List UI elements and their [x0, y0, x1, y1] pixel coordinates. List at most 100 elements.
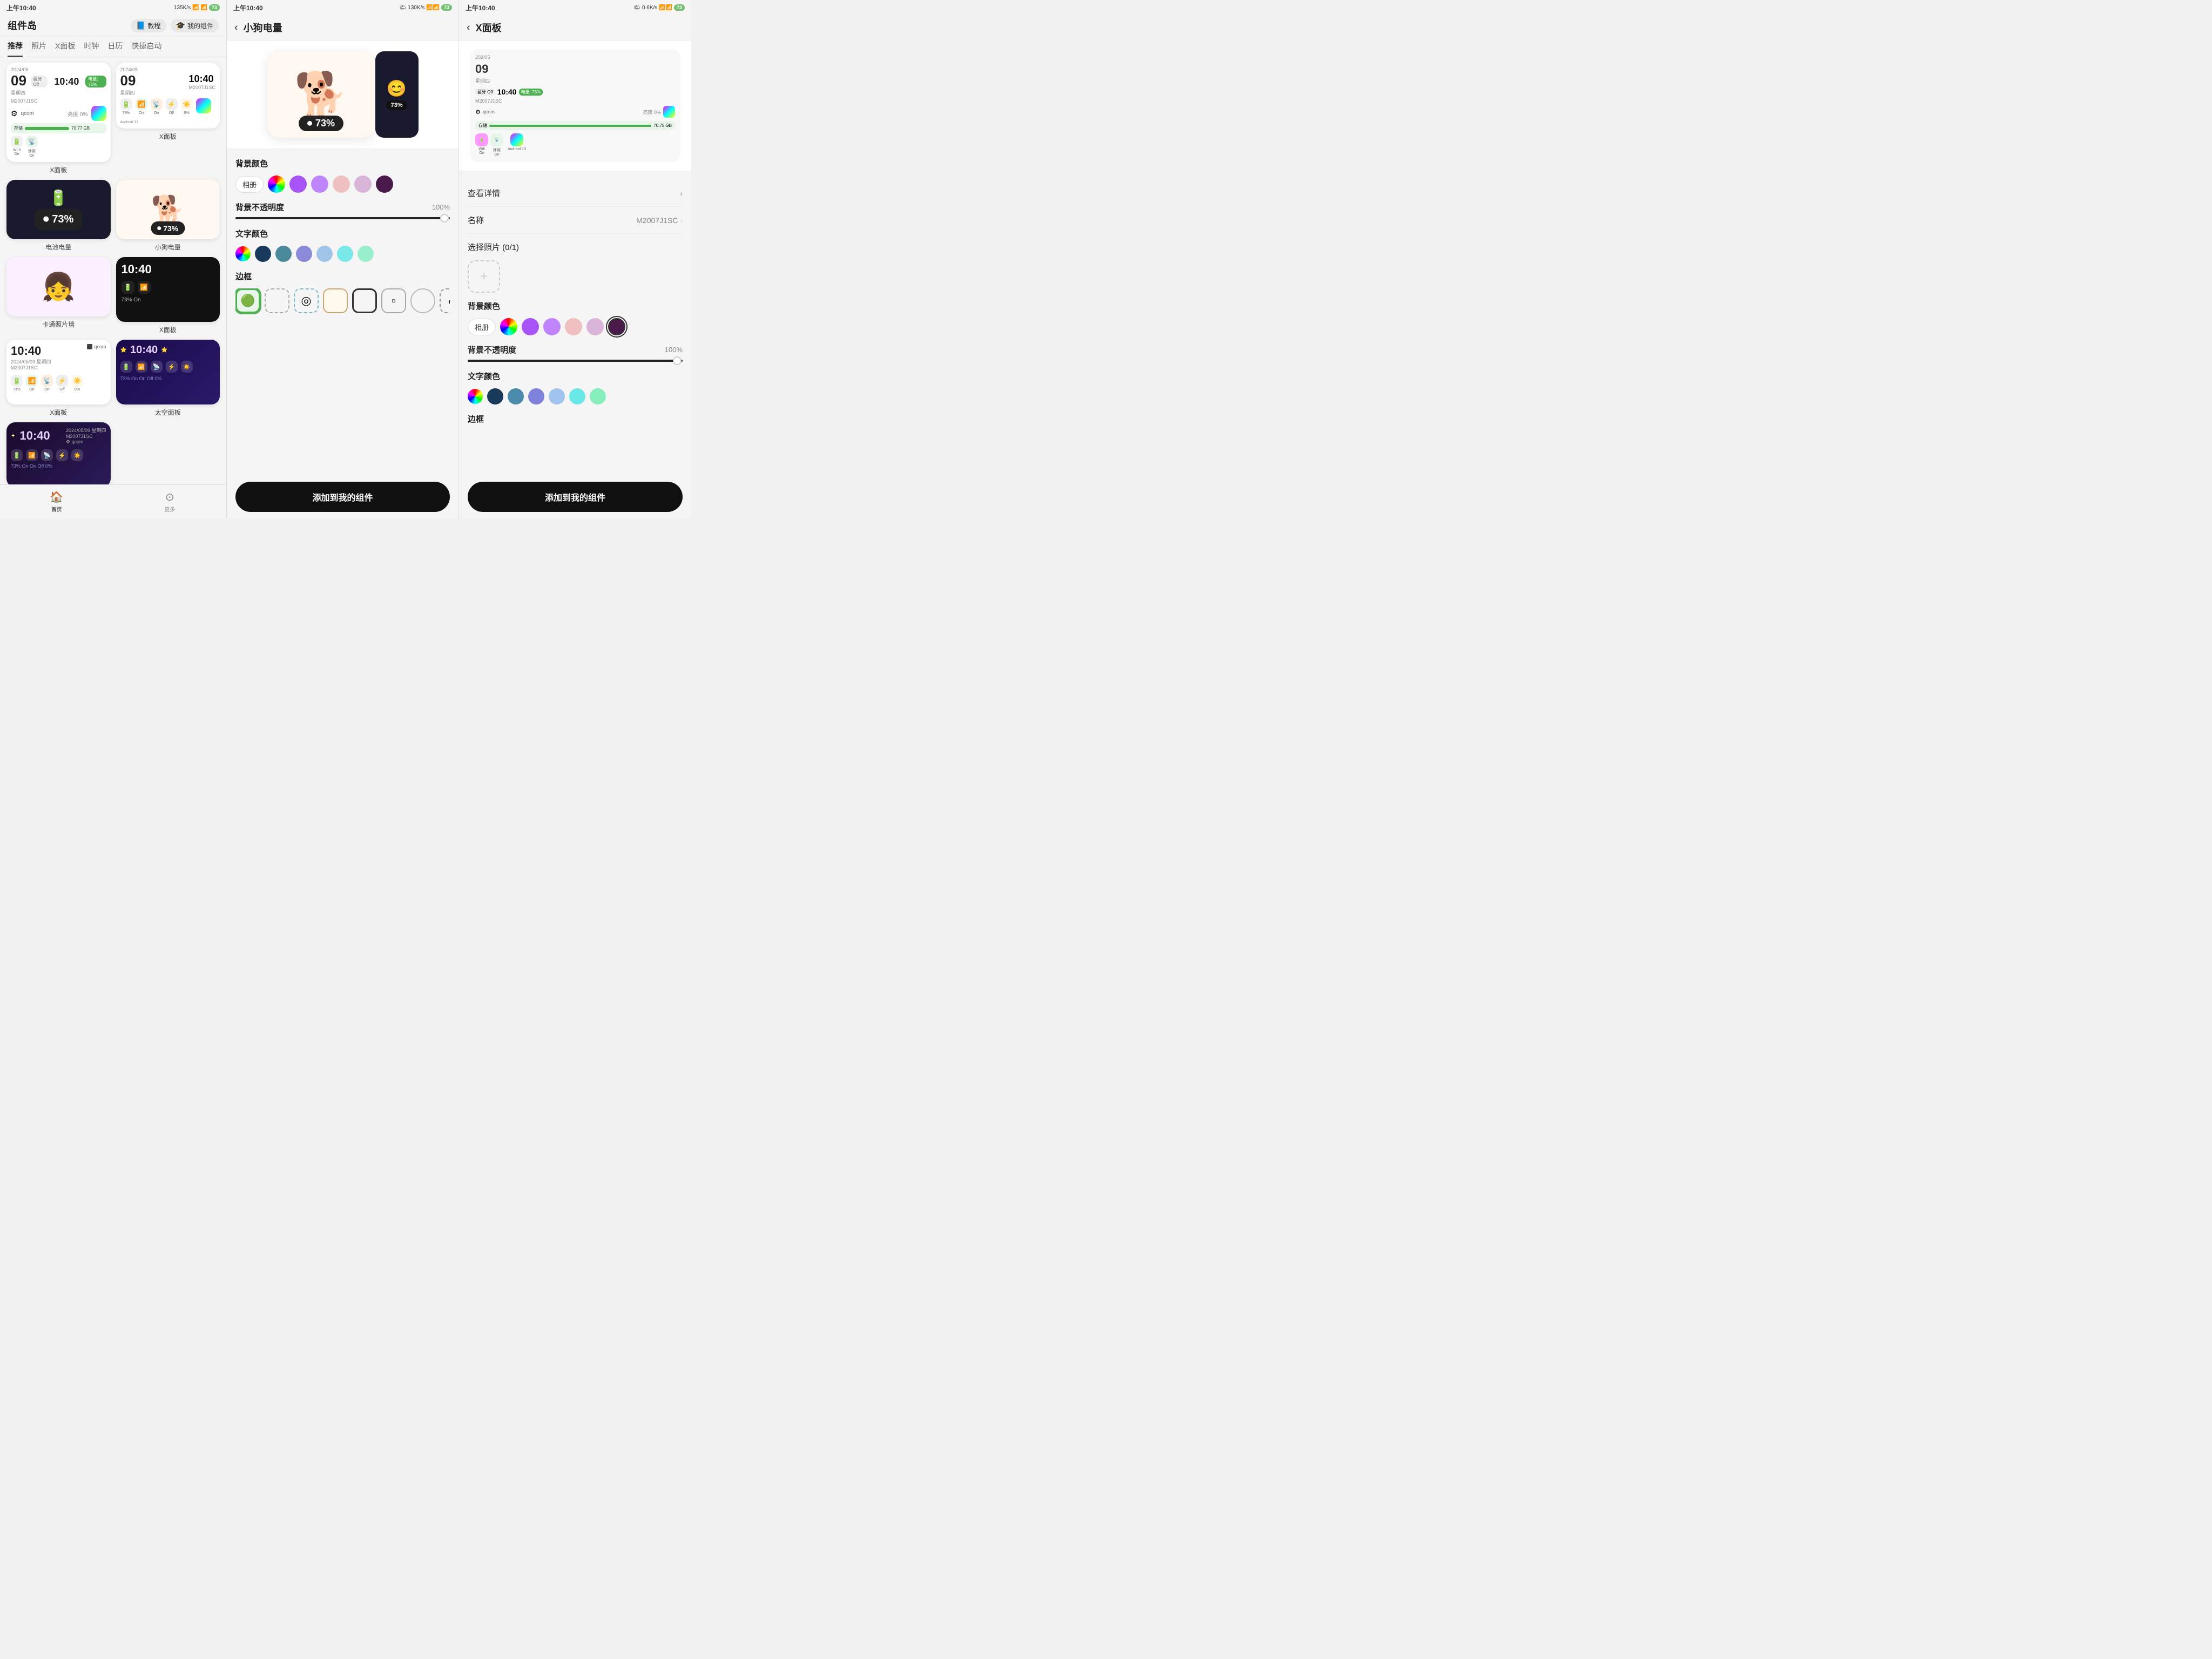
- text-color-mint-2[interactable]: [358, 246, 374, 262]
- panel3-header: ‹ X面板: [459, 15, 691, 41]
- wifi-icon-1: 📶: [201, 5, 207, 11]
- text-color-cyan-2[interactable]: [337, 246, 353, 262]
- album-button-2[interactable]: 相册: [235, 176, 264, 193]
- tab-photo[interactable]: 照片: [31, 36, 46, 57]
- status-icons-2: 🌤 130K/s 📶📶 73: [399, 4, 452, 11]
- add-widget-button-3[interactable]: 添加到我的组件: [468, 482, 683, 512]
- tab-clock[interactable]: 时钟: [84, 36, 99, 57]
- album-button-3[interactable]: 相册: [468, 319, 496, 335]
- border-opt-6[interactable]: ▫: [381, 288, 406, 313]
- status-bar-3: 上午10:40 🌤 0.6K/s 📶📶 73: [459, 0, 691, 15]
- border-label-2: 边框: [235, 271, 450, 282]
- opacity-slider-2[interactable]: [235, 217, 450, 219]
- color-mauve-2[interactable]: [354, 176, 372, 193]
- color-purple-2[interactable]: [289, 176, 307, 193]
- color-pink-3[interactable]: [565, 318, 582, 335]
- app-title: 组件岛: [8, 18, 126, 32]
- bg-color-section-3: 背景颜色 相册: [468, 300, 683, 335]
- battery-1: 73: [209, 4, 220, 11]
- name-label: 名称: [468, 214, 484, 226]
- text-color-dark-3[interactable]: [487, 388, 503, 404]
- text-color-purple-3[interactable]: [528, 388, 544, 404]
- rainbow-color-3[interactable]: [500, 318, 517, 335]
- dog-battery-value: 73%: [315, 118, 335, 129]
- color-mauve-3[interactable]: [586, 318, 604, 335]
- rainbow-color-2[interactable]: [268, 176, 285, 193]
- panel-dog-detail: 上午10:40 🌤 130K/s 📶📶 73 ‹ 小狗电量 🐕 ⏺ 73% 😊 …: [227, 0, 459, 518]
- status-bar-1: 上午10:40 135K/s 📶 📶 73: [0, 0, 226, 15]
- color-lightpurple-3[interactable]: [543, 318, 561, 335]
- text-color-teal-2[interactable]: [275, 246, 292, 262]
- name-value[interactable]: M2007J1SC ›: [636, 216, 683, 225]
- text-color-lightblue-3[interactable]: [549, 388, 565, 404]
- view-detail-chevron: ›: [680, 189, 683, 198]
- color-purple-3[interactable]: [522, 318, 539, 335]
- widget-cartoon[interactable]: 👧 卡通照片墙: [6, 257, 111, 334]
- border-label-3: 边框: [468, 413, 683, 424]
- text-color-row-3: [468, 388, 683, 404]
- opacity-handle-3: [673, 356, 682, 365]
- widget-xpanel-1[interactable]: 2024/05 09 星期四 蓝牙 Off 10:40 电量: 71% M200…: [6, 63, 111, 174]
- opacity-slider-3[interactable]: [468, 360, 683, 362]
- nav-more[interactable]: ⊙ 更多: [113, 488, 227, 515]
- color-lightpurple-2[interactable]: [311, 176, 328, 193]
- widget-space-1[interactable]: ⭐ 10:40 ⭐ 🔋 📶 📡 ⚡ ☀️ 73% On On Off 0% 太空…: [116, 340, 220, 417]
- add-widget-button-2[interactable]: 添加到我的组件: [235, 482, 450, 512]
- widget-xpanel-2[interactable]: 2024/05 09 星期四 10:40 M2007J1SC 🔋 73%: [116, 63, 220, 174]
- border-opt-4[interactable]: [323, 288, 348, 313]
- photo-section: 选择照片 (0/1) +: [468, 234, 683, 293]
- text-rainbow-3[interactable]: [468, 389, 483, 404]
- widget-battery[interactable]: 🔋 ⏺ 73% 电池电量: [6, 180, 111, 252]
- panel-main: 上午10:40 135K/s 📶 📶 73 组件岛 📘 教程 🎓 我的组件 推荐…: [0, 0, 227, 518]
- bg-color-label-3: 背景颜色: [468, 300, 683, 312]
- tutorial-button[interactable]: 📘 教程: [131, 19, 166, 32]
- my-widgets-icon: 🎓: [176, 21, 185, 30]
- nav-home-label: 首页: [51, 505, 62, 513]
- color-darkpurple-3[interactable]: [608, 318, 625, 335]
- tab-recommended[interactable]: 推荐: [8, 36, 23, 57]
- border-opt-3[interactable]: ◎: [294, 288, 319, 313]
- signal-icon-3: 0.6K/s 📶📶: [642, 5, 672, 11]
- text-color-dark-2[interactable]: [255, 246, 271, 262]
- time-2: 上午10:40: [233, 3, 263, 12]
- name-row: 名称 M2007J1SC ›: [468, 207, 683, 234]
- border-opt-7[interactable]: [410, 288, 435, 313]
- widget-label-7: X面板: [50, 408, 67, 417]
- home-icon: 🏠: [50, 490, 63, 504]
- widget-dog[interactable]: 🐕 ⏺ 73% 小狗电量: [116, 180, 220, 252]
- text-color-cyan-3[interactable]: [569, 388, 585, 404]
- back-arrow-2[interactable]: ‹: [234, 22, 238, 34]
- add-photo-button[interactable]: +: [468, 260, 500, 293]
- tab-calendar[interactable]: 日历: [107, 36, 123, 57]
- panel2-title: 小狗电量: [244, 21, 282, 35]
- border-opt-5[interactable]: [352, 288, 377, 313]
- text-color-teal-3[interactable]: [508, 388, 524, 404]
- nav-tabs: 推荐 照片 X面板 时钟 日历 快捷启动: [0, 36, 226, 57]
- widget-xpanel-3[interactable]: 10:40 🔋 📶 73% On X面板: [116, 257, 220, 334]
- sun-icon-2: 🌤: [399, 5, 406, 11]
- text-color-mint-3[interactable]: [590, 388, 606, 404]
- my-widgets-button[interactable]: 🎓 我的组件: [171, 19, 219, 32]
- color-darkpurple-2[interactable]: [376, 176, 393, 193]
- color-pink-2[interactable]: [333, 176, 350, 193]
- back-arrow-3[interactable]: ‹: [467, 22, 470, 34]
- bg-color-label-2: 背景颜色: [235, 158, 450, 169]
- border-opt-8[interactable]: ⌐: [440, 288, 450, 313]
- text-rainbow-2[interactable]: [235, 246, 251, 261]
- widget-space-2[interactable]: ✦ 10:40 2024/05/09 星期四M2007J1SC⚙ qcom 🔋 …: [6, 422, 111, 484]
- text-color-purple-2[interactable]: [296, 246, 312, 262]
- border-opt-1[interactable]: 🟢: [235, 288, 260, 313]
- nav-home[interactable]: 🏠 首页: [0, 488, 113, 515]
- status-icons-3: 🌤 0.6K/s 📶📶 73: [633, 4, 685, 11]
- tab-shortcuts[interactable]: 快捷启动: [131, 36, 161, 57]
- opacity-handle-2: [440, 214, 449, 222]
- view-detail-row[interactable]: 查看详情 ›: [468, 180, 683, 207]
- opacity-label-3: 背景不透明度: [468, 344, 516, 355]
- border-opt-2[interactable]: [265, 288, 289, 313]
- battery-2: 73: [441, 4, 452, 11]
- tab-xpanel[interactable]: X面板: [55, 36, 75, 57]
- text-color-lightblue-2[interactable]: [316, 246, 333, 262]
- widget-label-4: 小狗电量: [155, 242, 181, 252]
- view-detail-label: 查看详情: [468, 187, 500, 199]
- widget-xpanel-4[interactable]: 10:40 2024/05/09 星期四 M2007J1SC ⬛ qcom 🔋 …: [6, 340, 111, 417]
